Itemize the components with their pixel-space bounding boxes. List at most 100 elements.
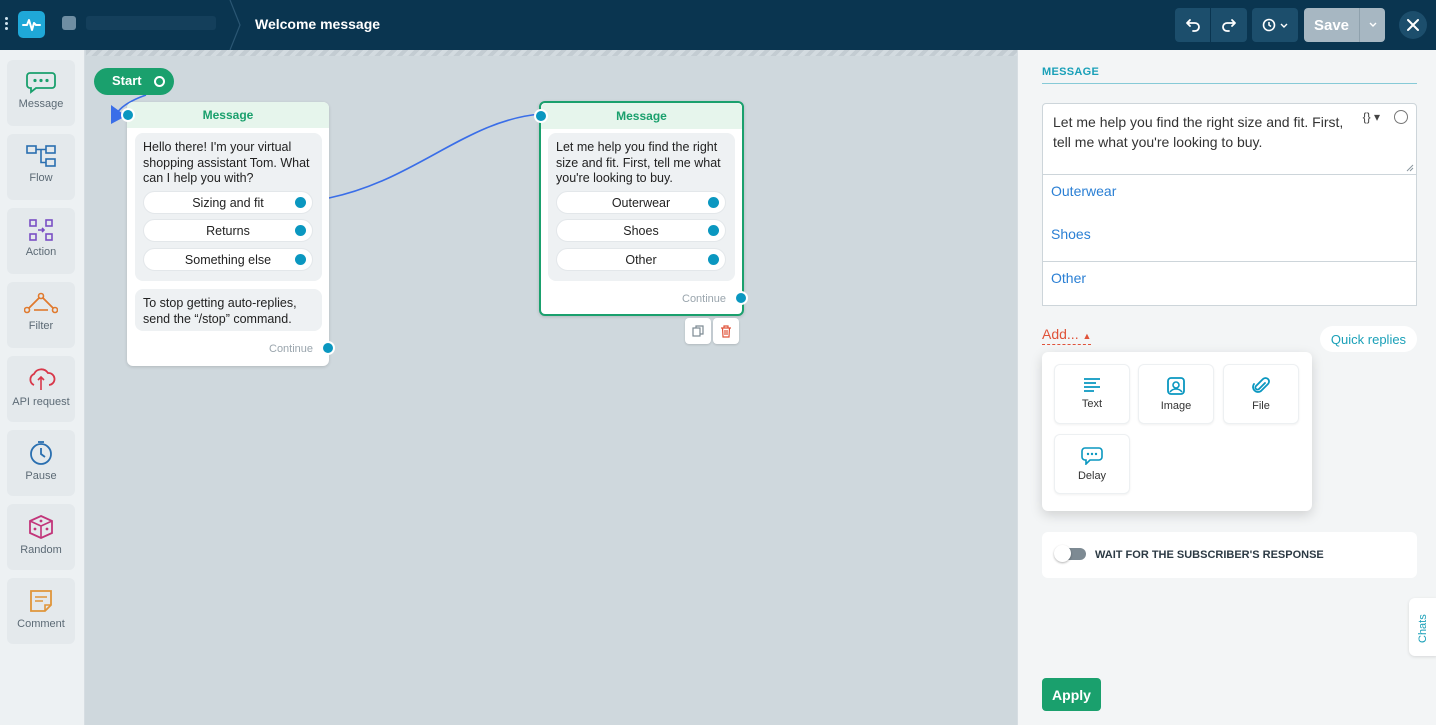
continue-port[interactable] (321, 341, 335, 355)
close-button[interactable] (1399, 11, 1427, 39)
option-label: File (1252, 400, 1270, 412)
quick-reply-label: Something else (184, 252, 272, 267)
duplicate-node-button[interactable] (685, 318, 711, 344)
chevron-up-icon: ▲ (1082, 331, 1092, 341)
button-port[interactable] (295, 225, 306, 236)
continue-label: Continue (269, 343, 314, 355)
delete-node-button[interactable] (713, 318, 739, 344)
history-button[interactable] (1252, 8, 1298, 42)
wait-response-setting: WAIT FOR THE SUBSCRIBER'S RESPONSE (1042, 532, 1417, 578)
action-icon (29, 219, 53, 241)
comment-icon (30, 590, 52, 612)
option-label: Delay (1077, 470, 1107, 482)
page-title: Welcome message (255, 16, 381, 32)
tool-filter[interactable]: Filter (7, 282, 75, 348)
undo-redo-group (1175, 8, 1247, 42)
emoji-icon[interactable] (1394, 110, 1408, 124)
message-node-1[interactable]: Message Hello there! I'm your virtual sh… (121, 102, 335, 366)
reply-row[interactable]: Shoes (1042, 218, 1417, 262)
quick-reply-button[interactable]: Shoes (556, 219, 726, 242)
wait-response-toggle[interactable] (1054, 545, 1086, 562)
save-button[interactable]: Save (1304, 8, 1360, 42)
add-delay-option[interactable]: Delay (1054, 434, 1130, 494)
quick-replies-button[interactable]: Quick replies (1320, 326, 1417, 352)
reply-row[interactable]: Outerwear (1042, 175, 1417, 219)
tool-label: Random (20, 544, 62, 556)
save-options-dropdown[interactable] (1360, 8, 1385, 42)
add-text-option[interactable]: Text (1054, 364, 1130, 424)
undo-icon (1185, 19, 1200, 32)
element-toolbar: Message Flow Action Filter API request P… (0, 50, 85, 725)
message-icon (26, 72, 56, 94)
button-port[interactable] (708, 225, 719, 236)
panel-section-title: MESSAGE (1042, 66, 1100, 78)
quick-reply-button[interactable]: Other (556, 248, 726, 271)
close-icon (1407, 19, 1419, 31)
top-bar: Welcome message Save (0, 0, 1436, 50)
add-file-option[interactable]: File (1223, 364, 1299, 424)
panel-title-underline (1042, 83, 1417, 84)
option-label: Image (1160, 400, 1192, 412)
reply-row[interactable]: Other (1042, 262, 1417, 306)
button-port[interactable] (295, 197, 306, 208)
quick-reply-button[interactable]: Sizing and fit (143, 191, 313, 214)
add-content-menu: Text Image File Delay (1042, 352, 1312, 511)
tool-label: Pause (25, 470, 57, 482)
breadcrumb-bot-icon[interactable] (62, 16, 76, 30)
button-port[interactable] (708, 197, 719, 208)
history-icon (1262, 18, 1288, 32)
start-port[interactable] (150, 72, 169, 91)
flow-canvas[interactable]: Start Message Hello there! I'm your virt… (86, 50, 1017, 725)
undo-button[interactable] (1175, 8, 1211, 42)
tool-api-request[interactable]: API request (7, 356, 75, 422)
message-textarea[interactable]: Let me help you find the right size and … (1042, 103, 1417, 175)
option-label: Text (1081, 398, 1103, 410)
breadcrumb-parent[interactable] (86, 16, 216, 30)
tool-comment[interactable]: Comment (7, 578, 75, 644)
app-menu-icon[interactable] (5, 17, 11, 32)
text-icon (1084, 378, 1100, 392)
image-icon (1167, 377, 1185, 395)
tool-message[interactable]: Message (7, 60, 75, 126)
resize-handle-icon[interactable] (1406, 164, 1414, 172)
pause-icon (30, 441, 52, 465)
add-content-button[interactable]: Add... ▲ (1042, 326, 1092, 345)
message-text: Let me help you find the right size and … (1053, 114, 1344, 150)
app-logo[interactable] (18, 11, 45, 38)
tool-label: Comment (17, 618, 65, 630)
start-label: Start (112, 73, 142, 88)
chats-tab-label: Chats (1417, 614, 1429, 643)
tool-action[interactable]: Action (7, 208, 75, 274)
quick-reply-button[interactable]: Something else (143, 248, 313, 271)
breadcrumb-separator-icon (229, 0, 241, 50)
node-footer-text: To stop getting auto-replies, send the “… (143, 296, 297, 326)
tool-random[interactable]: Random (7, 504, 75, 570)
quick-reply-button[interactable]: Returns (143, 219, 313, 242)
properties-panel: MESSAGE Let me help you find the right s… (1017, 50, 1436, 725)
quick-reply-label: Shoes (623, 223, 659, 238)
tool-flow[interactable]: Flow (7, 134, 75, 200)
node-message-text: Hello there! I'm your virtual shopping a… (143, 140, 310, 185)
tool-label: Filter (28, 320, 54, 332)
insert-variable-button[interactable]: {} ▾ (1363, 110, 1380, 124)
button-port[interactable] (295, 254, 306, 265)
add-image-option[interactable]: Image (1138, 364, 1214, 424)
message-node-2[interactable]: Message Let me help you find the right s… (534, 101, 748, 316)
node-header: Message (127, 102, 329, 128)
chats-tab[interactable]: Chats (1409, 598, 1436, 656)
continue-port[interactable] (734, 291, 748, 305)
input-port[interactable] (121, 108, 135, 122)
copy-icon (692, 325, 704, 337)
redo-button[interactable] (1211, 8, 1247, 42)
input-port[interactable] (534, 109, 548, 123)
quick-reply-label: Returns (206, 223, 250, 238)
node-header: Message (541, 103, 742, 129)
continue-label: Continue (682, 293, 727, 305)
apply-button[interactable]: Apply (1042, 678, 1101, 711)
tool-pause[interactable]: Pause (7, 430, 75, 496)
quick-reply-button[interactable]: Outerwear (556, 191, 726, 214)
button-port[interactable] (708, 254, 719, 265)
reply-label: Other (1051, 270, 1087, 286)
api-request-icon (29, 368, 56, 390)
start-node[interactable]: Start (94, 68, 174, 95)
